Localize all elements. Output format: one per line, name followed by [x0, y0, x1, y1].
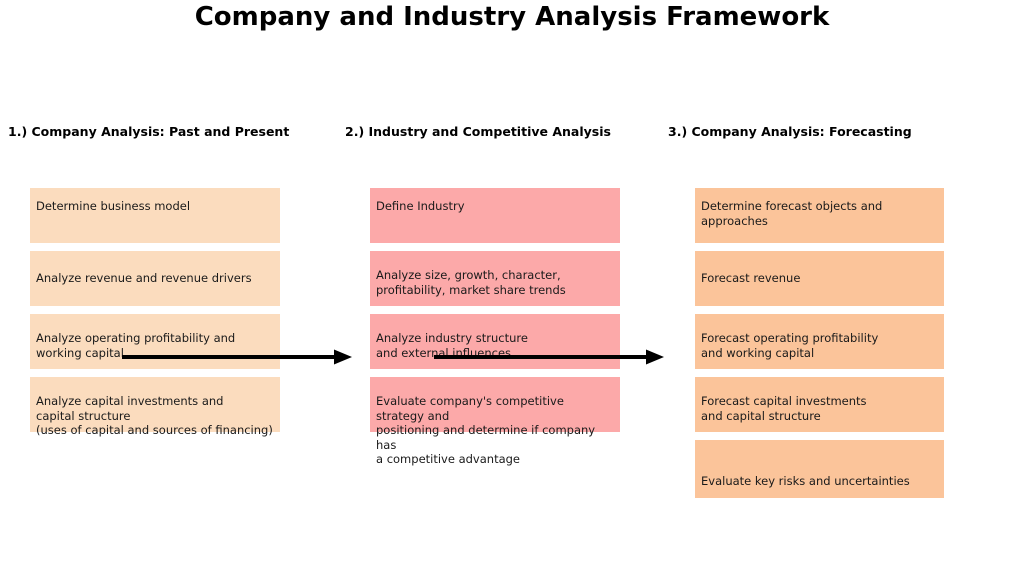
process-box[interactable]: Evaluate key risks and uncertainties [695, 440, 944, 498]
process-box[interactable]: Forecast capital investments and capital… [695, 377, 944, 432]
process-box[interactable]: Analyze size, growth, character, profita… [370, 251, 620, 306]
process-box[interactable]: Determine business model [30, 188, 280, 243]
column-header-company-analysis-past-present: 1.) Company Analysis: Past and Present [8, 124, 290, 139]
process-box[interactable]: Analyze revenue and revenue drivers [30, 251, 280, 306]
process-box[interactable]: Evaluate company's competitive strategy … [370, 377, 620, 466]
process-box[interactable]: Forecast revenue [695, 251, 944, 306]
column-header-industry-competitive-analysis: 2.) Industry and Competitive Analysis [345, 124, 611, 139]
arrow-column2-to-column3 [432, 347, 664, 367]
page-title: Company and Industry Analysis Framework [194, 2, 830, 32]
column-header-company-analysis-forecasting: 3.) Company Analysis: Forecasting [668, 124, 912, 139]
process-box[interactable]: Analyze capital investments and capital … [30, 377, 280, 437]
process-box[interactable]: Forecast operating profitability and wor… [695, 314, 944, 369]
process-box[interactable]: Determine forecast objects and approache… [695, 188, 944, 243]
diagram-canvas: Company and Industry Analysis Framework … [0, 0, 1024, 564]
arrow-column1-to-column2 [120, 347, 352, 367]
process-box[interactable]: Define Industry [370, 188, 620, 243]
